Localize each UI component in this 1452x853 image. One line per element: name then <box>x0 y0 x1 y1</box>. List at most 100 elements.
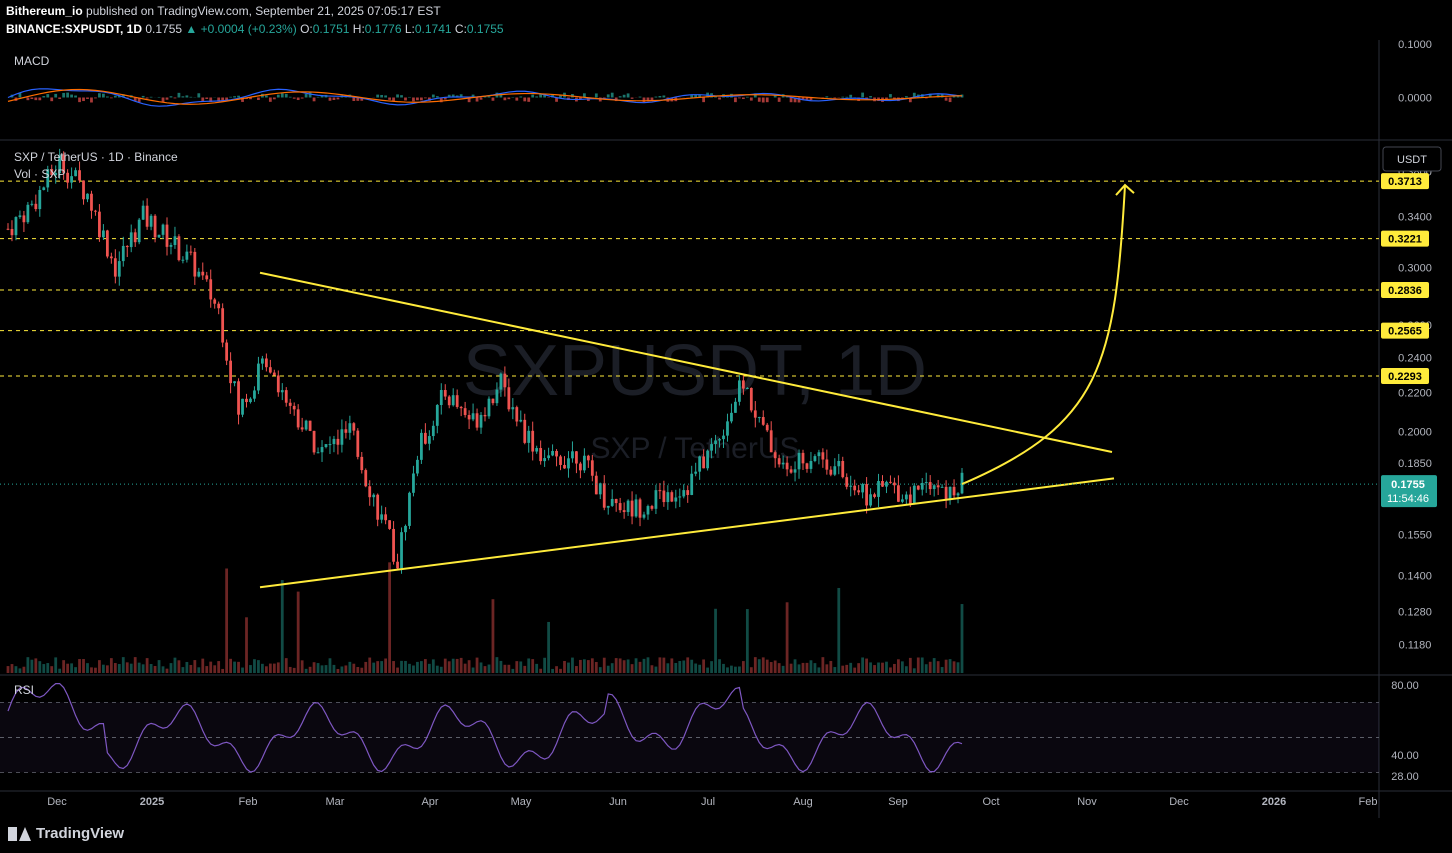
macd-histogram-bar <box>388 97 391 100</box>
candle-body <box>332 438 336 445</box>
volume-bar <box>606 665 610 673</box>
candle-body <box>427 436 431 444</box>
volume-bar <box>539 668 543 673</box>
volume-bar <box>773 660 777 673</box>
candle-body <box>845 477 849 487</box>
candle-body <box>626 500 630 513</box>
volume-bar <box>34 658 38 673</box>
candle-body <box>90 193 93 211</box>
chart-canvas[interactable]: SXPUSDT, 1DSXP / TetherUS0.38000.34000.3… <box>0 40 1452 818</box>
volume-bar <box>272 663 276 673</box>
candle-body <box>694 471 698 474</box>
macd-histogram-bar <box>70 94 73 98</box>
volume-bar <box>777 663 781 673</box>
volume-bar <box>515 661 519 673</box>
x-axis-label: Apr <box>421 796 438 808</box>
candle-body <box>543 458 547 462</box>
candle-body <box>507 387 511 410</box>
volume-bar <box>435 665 439 673</box>
volume-bar <box>420 661 423 673</box>
volume-bar <box>201 658 205 673</box>
volume-bar <box>189 664 193 673</box>
macd-histogram-bar <box>316 96 320 98</box>
volume-bar <box>869 662 872 673</box>
volume-bar <box>261 663 264 673</box>
macd-histogram-bar <box>475 97 479 102</box>
macd-tick-label: 0.0000 <box>1398 93 1432 105</box>
symbol-label[interactable]: BINANCE:SXPUSDT, 1D <box>6 22 142 36</box>
volume-bar <box>6 666 10 673</box>
volume-bar <box>352 663 356 673</box>
candle-body <box>161 224 165 235</box>
candle-body <box>324 444 328 448</box>
volume-bar <box>682 660 686 673</box>
volume-bar <box>726 667 729 673</box>
volume-bar <box>479 662 483 673</box>
candle-body <box>241 398 244 415</box>
macd-histogram-bar <box>62 92 66 98</box>
candle-body <box>610 498 614 506</box>
volume-bar <box>940 667 944 673</box>
volume-bar <box>670 658 674 673</box>
volume-bar <box>133 657 137 673</box>
volume-bar <box>734 666 737 673</box>
volume-bar <box>789 663 793 673</box>
candle-body <box>527 430 531 443</box>
macd-histogram-bar <box>257 97 260 100</box>
macd-histogram-bar <box>149 96 153 98</box>
price-tick-label: 0.1550 <box>1398 529 1432 541</box>
volume-bar <box>245 617 248 673</box>
volume-bar <box>157 660 161 673</box>
candle-body <box>777 458 781 465</box>
publisher-name[interactable]: Bithereum_io <box>6 4 83 18</box>
volume-bar <box>78 659 81 673</box>
publish-text: published on TradingView.com, September … <box>82 4 441 18</box>
tradingview-logo[interactable]: TradingView <box>8 825 124 842</box>
candle-body <box>598 483 602 495</box>
candle-body <box>420 432 423 460</box>
candle-body <box>582 455 586 471</box>
rsi-tick-label: 40.00 <box>1391 750 1419 762</box>
volume-bar <box>113 663 117 673</box>
candle-body <box>956 493 960 496</box>
candle-body <box>515 407 519 422</box>
macd-histogram-bar <box>642 97 646 103</box>
volume-bar <box>845 664 849 673</box>
macd-histogram-bar <box>491 97 495 101</box>
x-axis-label: Aug <box>793 796 813 808</box>
volume-bar <box>109 658 113 673</box>
candle-body <box>642 514 646 518</box>
candle-body <box>221 308 225 343</box>
price-tick-label: 0.1850 <box>1398 458 1432 470</box>
candle-body <box>463 408 467 416</box>
candle-body <box>6 228 10 230</box>
volume-bar <box>785 602 789 673</box>
candle-body <box>881 480 884 487</box>
candle-body <box>785 462 789 470</box>
macd-histogram-bar <box>594 93 598 98</box>
candle-body <box>841 460 845 478</box>
volume-bar <box>948 659 952 673</box>
volume-bar <box>503 664 507 673</box>
candle-body <box>153 215 157 238</box>
volume-bar <box>956 662 960 673</box>
candle-body <box>137 219 141 243</box>
candle-body <box>602 483 606 508</box>
volume-bar <box>14 666 18 673</box>
candle-body <box>555 450 558 457</box>
candle-body <box>551 450 554 456</box>
last-price-label: 0.1755 <box>1391 479 1425 491</box>
volume-bar <box>881 662 884 673</box>
macd-histogram-bar <box>376 94 380 98</box>
macd-histogram-bar <box>229 96 232 98</box>
candle-body <box>181 259 185 261</box>
volume-bar <box>817 667 821 673</box>
candle-body <box>801 452 805 464</box>
candle-body <box>944 486 948 501</box>
volume-bar <box>920 657 924 673</box>
candle-body <box>662 490 666 503</box>
macd-histogram-bar <box>145 97 149 99</box>
volume-bar <box>121 657 125 673</box>
volume-bar <box>571 657 574 673</box>
candle-body <box>749 387 753 411</box>
